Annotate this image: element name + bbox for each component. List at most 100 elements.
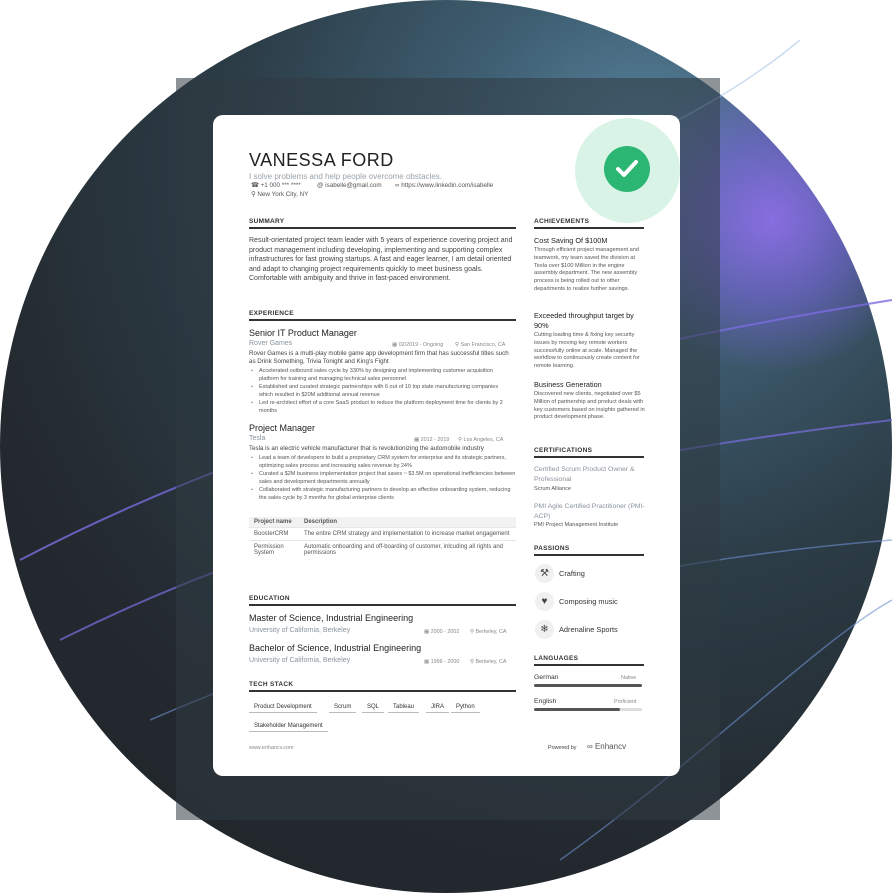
certification-name: Certified Scrum Product Owner & Professi… [534,466,635,483]
company-description: Rover Games is a multi-play mobile game … [249,350,509,365]
email-contact[interactable]: @ isabelle@gmail.com [317,182,382,189]
summary-divider [249,227,516,229]
job-location: ⚲ San Francisco, CA [455,342,506,348]
achievement-text: Discovered new clients, negotiated over … [534,391,645,421]
job-title: Senior IT Product Manager [249,328,357,338]
education-location: ⚲ Berkeley, CA [470,629,507,635]
footer-website[interactable]: www.enhancv.com [249,745,294,751]
email-icon: @ [317,182,324,189]
table-cell: The entire CRM strategy and implementati… [299,527,516,541]
phone-contact: ☎ +1 000 *** **** [251,182,301,189]
tools-icon: ⚒ [535,564,554,583]
tech-tag: SQL [362,702,385,713]
projects-table: Project name Description BoosterCRM The … [249,517,516,559]
phone-number: +1 000 *** **** [260,182,301,189]
table-row: BoosterCRM The entire CRM strategy and i… [249,527,516,541]
passion-label: Crafting [559,569,585,578]
achievement-title: Cost Saving Of $100M [534,236,608,245]
heart-icon: ♥ [535,592,554,611]
education-dates: ▦ 1996 - 2000 [424,659,460,665]
achievement-text: Cutting loading time & fixing key securi… [534,332,640,370]
languages-divider [534,664,644,666]
calendar-icon: ▦ [392,342,399,348]
skier-icon: ❄ [535,620,554,639]
check-circle-icon [604,146,650,192]
location-pin-icon: ⚲ [251,191,256,198]
language-bar-fill [534,708,621,711]
tech-tag: Stakeholder Management [249,721,328,732]
education-divider [249,604,516,606]
job-bullet: Established and curated strategic partne… [251,384,511,399]
achievement-title: Business Generation [534,380,602,389]
enhancv-logo-mark: ∞ [587,742,595,751]
link-contact[interactable]: ∞ https://www.linkedin.com/isabelle [395,182,493,189]
company-description: Tesla is an electric vehicle manufacture… [249,445,484,452]
education-location: ⚲ Berkeley, CA [470,659,507,665]
degree-title: Bachelor of Science, Industrial Engineer… [249,643,422,653]
tagline: I solve problems and help people overcom… [249,172,442,181]
calendar-icon: ▦ [424,629,431,635]
job-bullet: Collaborated with strategic manufacturin… [251,487,516,502]
experience-divider [249,319,516,321]
language-level: Proficient [614,699,637,705]
location-text: New York City, NY [257,191,309,198]
passions-heading: PASSIONS [534,545,570,552]
achievement-text: Through efficient project management and… [534,247,640,292]
language-name: German [534,674,559,681]
certification-issuer: Scrum Alliance [534,486,571,492]
certifications-divider [534,456,644,458]
company-name: Rover Games [249,340,293,347]
language-name: English [534,698,557,705]
job-title: Project Manager [249,423,316,433]
languages-heading: LANGUAGES [534,655,579,662]
job-dates: ▦ 2012 - 2019 [414,437,450,443]
tech-tag: JIRA [426,702,450,713]
tech-tag: Python [451,702,480,713]
company-name: Tesla [249,435,266,442]
achievement-title: Exceeded throughput target by 90% [534,311,634,330]
table-cell: Permission System [249,540,299,559]
tech-tag: Scrum [329,702,357,713]
summary-text: Result-orientated project team leader wi… [249,237,513,283]
verified-badge [575,118,680,223]
calendar-icon: ▦ [424,659,431,665]
passion-label: Adrenaline Sports [559,625,618,634]
experience-heading: EXPERIENCE [249,310,294,317]
table-header: Project name [249,517,299,528]
education-dates: ▦ 2000 - 2002 [424,629,460,635]
school-name: University of California, Berkeley [249,627,351,634]
certification-name: PMI Agile Certified Practitioner (PMI-AC… [534,503,645,520]
table-row: Permission System Automatic onboarding a… [249,540,516,559]
job-dates: ▦ 02/2019 - Ongoing [392,342,444,348]
tech-stack-divider [249,690,516,692]
tech-tag: Product Development [249,702,317,713]
job-location: ⚲ Los Angeles, CA [458,437,504,443]
calendar-icon: ▦ [414,437,421,443]
tech-stack-heading: TECH STACK [249,681,294,688]
candidate-name: VANESSA FORD [249,150,394,170]
table-header-row: Project name Description [249,517,516,528]
table-cell: Automatic onboarding and off-boarding of… [299,540,516,559]
achievements-heading: ACHIEVEMENTS [534,218,590,225]
job-bullet: Lead a team of developers to build a pro… [251,455,516,470]
certification-issuer: PMI Project Management Institute [534,522,619,528]
language-bar-fill [534,684,642,687]
enhancv-logo-icon[interactable]: ∞ Enhancv [587,742,626,751]
email-address[interactable]: isabelle@gmail.com [325,182,381,189]
job-bullet: Accelerated outbound sales cycle by 330%… [251,368,511,383]
job-bullet: Led re-architect effort of a core SaaS p… [251,400,511,415]
location-contact: ⚲ New York City, NY [251,191,308,198]
summary-heading: SUMMARY [249,218,285,225]
phone-icon: ☎ [251,182,259,189]
language-bar [534,684,642,687]
passions-divider [534,554,644,556]
table-header: Description [299,517,516,528]
table-cell: BoosterCRM [249,527,299,541]
profile-link[interactable]: https://www.linkedin.com/isabelle [401,182,493,189]
school-name: University of California, Berkeley [249,657,351,664]
language-bar [534,708,642,711]
brand-name: Enhancv [594,742,627,751]
passion-label: Composing music [559,597,618,606]
powered-by-label: Powered by [548,745,577,751]
job-bullet: Curated a $2M business implementation pr… [251,471,516,486]
